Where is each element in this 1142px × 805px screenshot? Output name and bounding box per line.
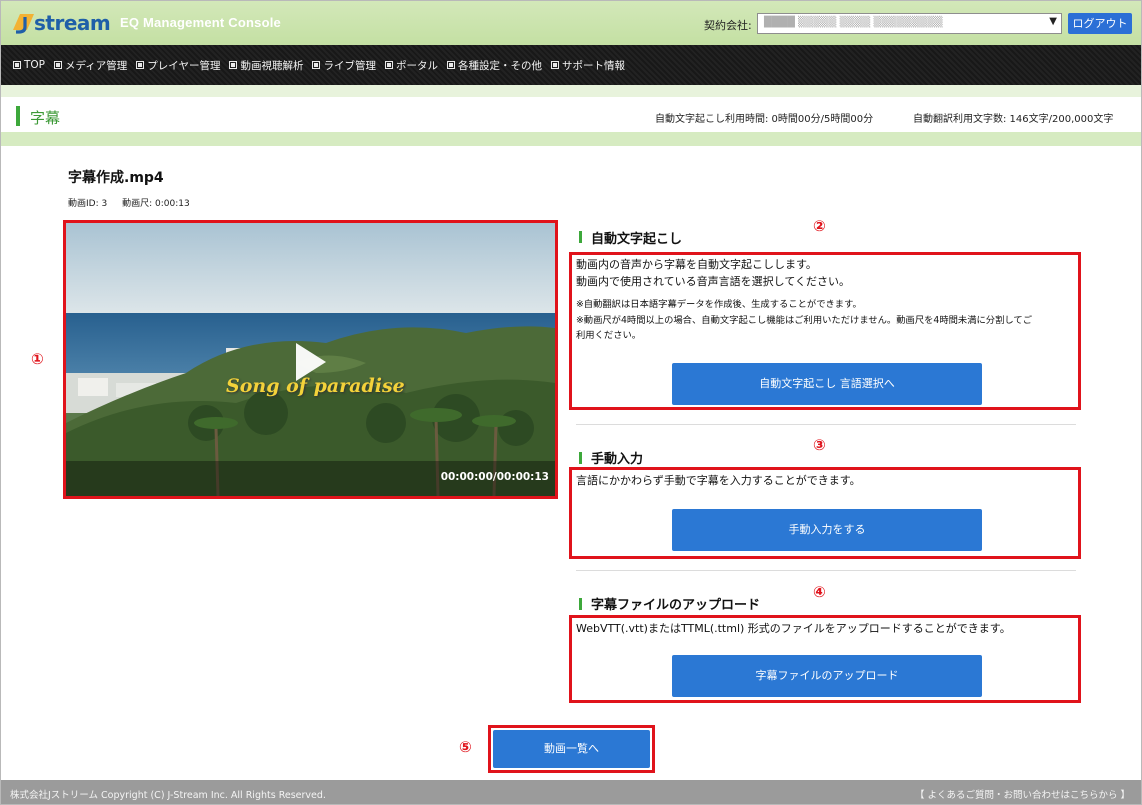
nav-item-top[interactable]: TOP [13,59,45,71]
subtitle-upload-desc: WebVTT(.vtt)またはTTML(.ttml) 形式のファイルをアップロー… [576,622,1011,635]
video-list-button[interactable]: 動画一覧へ [493,730,650,768]
company-select[interactable]: ████ ▒▒▒▒▒ ▒▒▒▒ ▒▒▒▒▒▒▒▒▒ ▼ [757,13,1062,34]
title-accent-bar [16,106,20,126]
help-contact-link[interactable]: 【 よくあるご質問・お問い合わせはこちらから 】 [915,787,1130,801]
nav-item-settings[interactable]: 各種設定・その他 [446,58,542,73]
subtitle-upload-title: 字幕ファイルのアップロード [591,598,761,613]
console-title: EQ Management Console [120,15,281,30]
auto-transcribe-title: 自動文字起こし [591,232,683,247]
annotation-1: ① [31,350,44,368]
jstream-logo[interactable]: stream [10,8,111,38]
annotation-3: ③ [813,436,826,454]
title-band-bottom [1,132,1141,146]
video-duration: 動画尺: 0:00:13 [122,199,190,209]
menu-box-icon [312,61,321,69]
nav-item-label: TOP [24,59,46,71]
menu-box-icon [13,61,21,69]
page-title: 字幕 [30,109,61,127]
auto-transcribe-note-2: ※動画尺が4時間以上の場合、自動文字起こし機能はご利用いただけません。動画尺を4… [576,315,1033,326]
title-band-top [1,85,1141,97]
nav-item-analytics[interactable]: 動画視聴解析 [229,58,303,73]
nav-item-portal[interactable]: ポータル [384,58,438,73]
annotation-2: ② [813,217,826,235]
menu-box-icon [446,61,455,69]
nav-item-media[interactable]: メディア管理 [54,58,127,73]
transcription-usage: 自動文字起こし利用時間: 0時間00分/5時間00分 [655,114,874,125]
auto-transcribe-note-1: ※自動翻訳は日本語字幕データを作成後、生成することができます。 [576,299,862,310]
auto-transcribe-button[interactable]: 自動文字起こし 言語選択へ [672,363,982,405]
section-accent [579,598,582,610]
subtitle-upload-button[interactable]: 字幕ファイルのアップロード [672,655,982,697]
section-divider [576,424,1076,425]
section-accent [579,231,582,243]
nav-item-label: サポート情報 [561,59,625,72]
logo-mark-icon [10,10,36,36]
manual-input-desc: 言語にかかわらず手動で字幕を入力することができます。 [576,474,861,487]
nav-item-label: 各種設定・その他 [457,59,542,72]
video-meta: 動画ID: 3 動画尺: 0:00:13 [68,196,202,209]
video-title: 字幕作成.mp4 [68,170,164,186]
menu-box-icon [384,61,393,69]
auto-transcribe-desc-2: 動画内で使用されている音声言語を選択してください。 [576,275,851,288]
main-nav: TOP メディア管理 プレイヤー管理 動画視聴解析 ライブ管理 ポータル 各種設… [1,45,1141,85]
menu-box-icon [550,61,559,69]
chevron-down-icon: ▼ [1049,16,1057,27]
menu-box-icon [54,61,63,69]
company-label: 契約会社: [704,19,752,32]
auto-transcribe-note-3: 利用ください。 [576,330,642,341]
translation-usage: 自動翻訳利用文字数: 146文字/200,000文字 [913,114,1114,125]
nav-item-support[interactable]: サポート情報 [550,58,625,73]
annotation-5: ⑤ [459,738,472,756]
nav-item-label: メディア管理 [65,59,128,72]
nav-item-label: プレイヤー管理 [147,59,221,72]
nav-item-label: ライブ管理 [323,59,376,72]
nav-item-label: 動画視聴解析 [240,59,304,72]
section-divider [576,570,1076,571]
annotation-box-1 [63,220,558,499]
nav-item-label: ポータル [395,59,438,72]
manual-input-button[interactable]: 手動入力をする [672,509,982,551]
menu-box-icon [229,61,238,69]
nav-item-live[interactable]: ライブ管理 [312,58,376,73]
annotation-4: ④ [813,583,826,601]
auto-transcribe-desc-1: 動画内の音声から字幕を自動文字起こしします。 [576,258,817,271]
manual-input-title: 手動入力 [591,452,644,467]
footer-copyright: 株式会社Jストリーム Copyright (C) J-Stream Inc. A… [10,790,326,801]
nav-item-player[interactable]: プレイヤー管理 [136,58,220,73]
logo-text: stream [34,11,111,35]
section-accent [579,452,582,464]
menu-box-icon [136,61,145,69]
video-id: 動画ID: 3 [68,199,108,209]
company-select-value: ████ ▒▒▒▒▒ ▒▒▒▒ ▒▒▒▒▒▒▒▒▒ [764,17,943,28]
logout-button[interactable]: ログアウト [1068,13,1132,34]
